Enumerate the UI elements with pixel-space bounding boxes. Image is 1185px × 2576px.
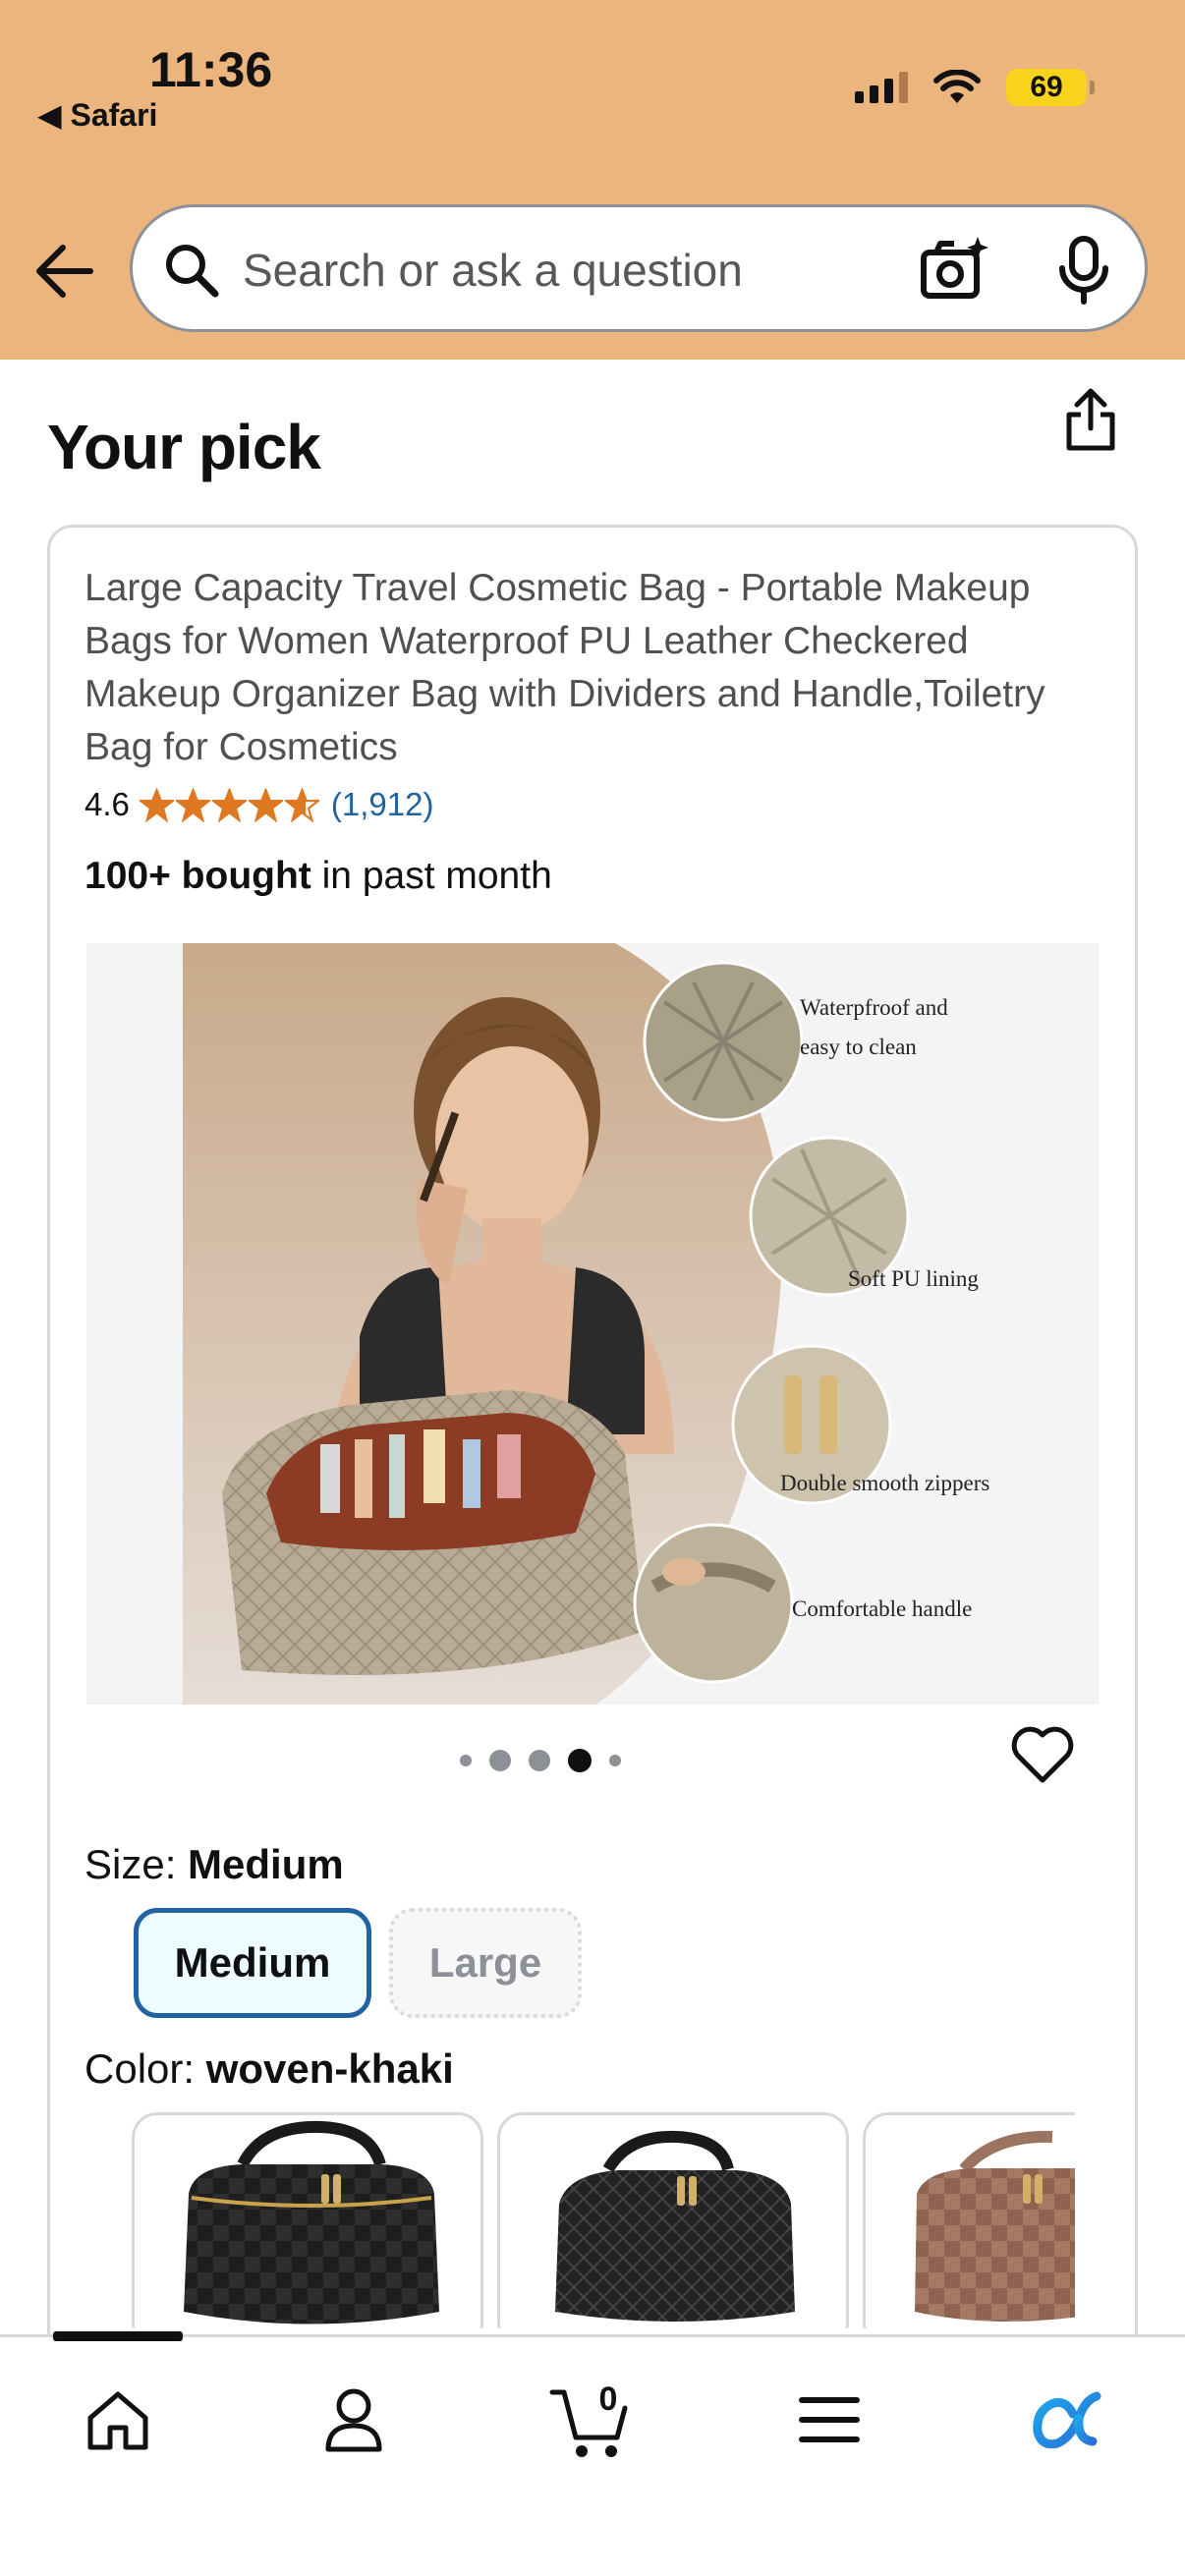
app-header: 11:36 ◀ Safari 69 [0, 0, 1185, 360]
person-icon [325, 2388, 382, 2452]
wishlist-heart-icon[interactable] [1010, 1725, 1075, 1786]
hamburger-menu-icon [799, 2397, 860, 2442]
bought-period: in past month [310, 855, 552, 897]
back-to-safari-link[interactable]: ◀ Safari [37, 96, 157, 134]
page-title: Your pick [47, 412, 321, 482]
search-bar[interactable] [130, 204, 1148, 332]
bottom-nav: 0 [0, 2331, 1185, 2576]
search-input[interactable] [243, 231, 921, 309]
color-swatch-list [132, 2112, 1075, 2328]
color-swatch[interactable] [863, 2112, 1075, 2328]
feature-label: easy to clean [800, 1035, 917, 1059]
star-icon [248, 787, 283, 822]
rating-row[interactable]: 4.6 (1,912) [85, 786, 433, 823]
nav-home[interactable] [71, 2373, 165, 2467]
size-selected-value: Medium [188, 1841, 344, 1887]
color-label-prefix: Color: [85, 2045, 206, 2092]
status-icons: 69 [855, 69, 1095, 106]
size-label: Size: Medium [85, 1841, 344, 1888]
feature-label: Double smooth zippers [780, 1471, 990, 1495]
color-swatch[interactable] [497, 2112, 849, 2328]
carousel-dots[interactable] [460, 1749, 621, 1772]
nav-menu[interactable] [782, 2373, 876, 2467]
color-swatch[interactable] [132, 2112, 483, 2328]
star-icon [211, 787, 247, 822]
carousel-dot[interactable] [568, 1749, 592, 1772]
color-selected-value: woven-khaki [205, 2045, 454, 2092]
carousel-dot[interactable] [460, 1755, 472, 1766]
star-icon [139, 787, 174, 822]
feature-label: Waterpfroof and [800, 995, 948, 1020]
product-image-carousel[interactable]: Waterpfroof and easy to clean Soft PU li… [86, 943, 1099, 1705]
microphone-icon[interactable] [1052, 235, 1115, 306]
size-option-large[interactable]: Large [389, 1908, 582, 2018]
share-icon[interactable] [1061, 385, 1120, 454]
feature-label: Comfortable handle [792, 1596, 973, 1621]
nav-active-indicator [53, 2331, 183, 2341]
status-time: 11:36 [149, 42, 273, 97]
wifi-icon [933, 70, 981, 103]
feature-label: Soft PU lining [848, 1266, 979, 1291]
carousel-dot[interactable] [529, 1750, 550, 1771]
rufus-assistant-icon [1033, 2391, 1101, 2449]
cellular-signal-icon [855, 72, 908, 103]
star-icon [175, 787, 210, 822]
size-option-medium[interactable]: Medium [134, 1908, 371, 2018]
rating-count-link[interactable]: (1,912) [331, 786, 434, 823]
cart-count-badge: 0 [598, 2380, 618, 2418]
star-icon [284, 787, 319, 822]
color-label: Color: woven-khaki [85, 2045, 454, 2093]
nav-cart[interactable]: 0 [542, 2373, 637, 2467]
product-title[interactable]: Large Capacity Travel Cosmetic Bag - Por… [85, 562, 1067, 774]
battery-indicator: 69 [1006, 69, 1095, 106]
camera-search-icon[interactable] [919, 235, 989, 306]
rating-value: 4.6 [85, 786, 130, 822]
nav-account[interactable] [307, 2373, 401, 2467]
home-icon [87, 2391, 148, 2450]
nav-rufus-assistant[interactable] [1018, 2373, 1112, 2467]
search-icon [166, 245, 219, 298]
bought-count: 100+ bought [85, 855, 311, 897]
size-label-prefix: Size: [85, 1841, 189, 1887]
back-arrow-icon[interactable] [33, 236, 96, 307]
bought-in-past-month: 100+ bought in past month [85, 855, 552, 898]
carousel-dot[interactable] [489, 1750, 511, 1771]
carousel-dot[interactable] [609, 1755, 621, 1766]
rating-stars-icon [139, 787, 319, 822]
